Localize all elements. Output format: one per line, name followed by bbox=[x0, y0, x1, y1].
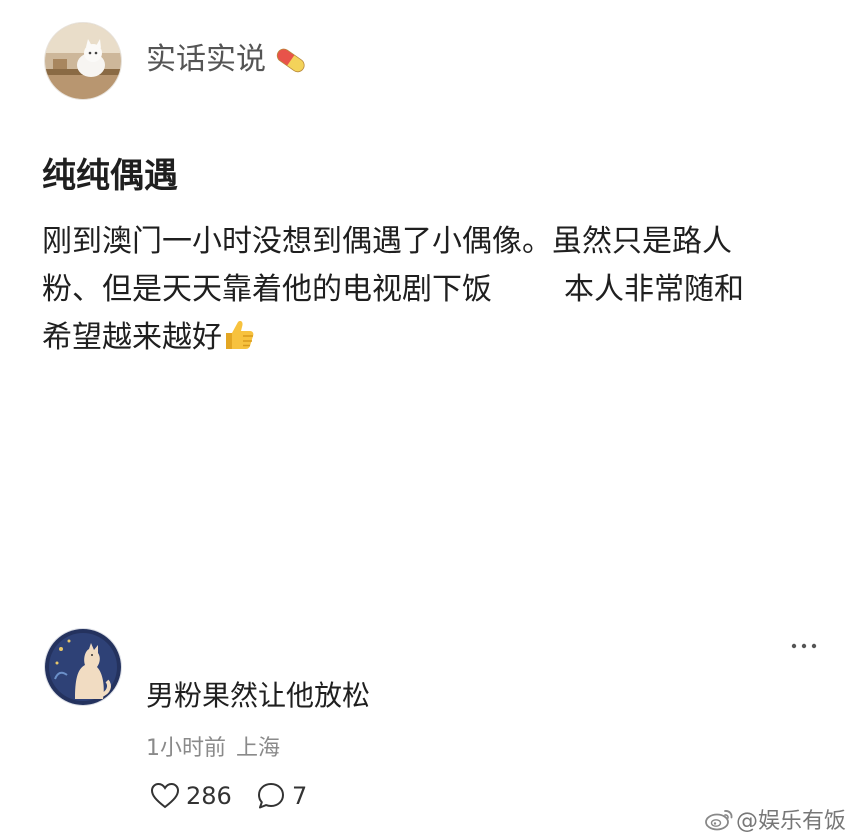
like-count: 286 bbox=[186, 782, 232, 810]
reply-count: 7 bbox=[292, 782, 308, 810]
comment-meta: 1小时前 上海 bbox=[146, 734, 280, 764]
post-title: 纯纯偶遇 bbox=[42, 156, 178, 196]
cat-illustration-avatar bbox=[45, 629, 121, 705]
commenter-avatar[interactable] bbox=[44, 628, 122, 706]
thumbs-up-emoji-icon bbox=[226, 321, 254, 349]
post-body-line-3: 希望越来越好 bbox=[42, 314, 256, 362]
comment-bubble-icon bbox=[258, 783, 284, 809]
comment-location: 上海 bbox=[236, 736, 281, 761]
watermark: @娱乐有饭 bbox=[704, 804, 846, 834]
weibo-logo-icon bbox=[705, 810, 733, 831]
like-button[interactable]: 286 bbox=[150, 778, 232, 814]
author-avatar[interactable] bbox=[44, 22, 122, 100]
comment-time: 1小时前 bbox=[146, 736, 226, 761]
more-options-icon[interactable] bbox=[786, 634, 822, 658]
post-body-line-2: 粉、但是天天靠着他的电视剧下饭 本人非常随和 bbox=[42, 266, 744, 314]
post-body-line-3-text: 希望越来越好 bbox=[42, 320, 222, 355]
pill-emoji-icon bbox=[276, 48, 305, 73]
watermark-text: @娱乐有饭 bbox=[736, 809, 847, 834]
post-body-line-2-part-1: 粉、但是天天靠着他的电视剧下饭 bbox=[42, 272, 492, 307]
reply-button[interactable]: 7 bbox=[256, 778, 307, 814]
heart-outline-icon bbox=[150, 782, 180, 809]
post-body-line-2-part-2: 本人非常随和 bbox=[564, 272, 744, 307]
comment-text: 男粉果然让他放松 bbox=[146, 679, 371, 712]
post-body-line-1: 刚到澳门一小时没想到偶遇了小偶像。虽然只是路人 bbox=[42, 224, 732, 259]
cat-photo-avatar bbox=[45, 23, 121, 99]
author-name[interactable]: 实话实说 bbox=[146, 40, 266, 80]
